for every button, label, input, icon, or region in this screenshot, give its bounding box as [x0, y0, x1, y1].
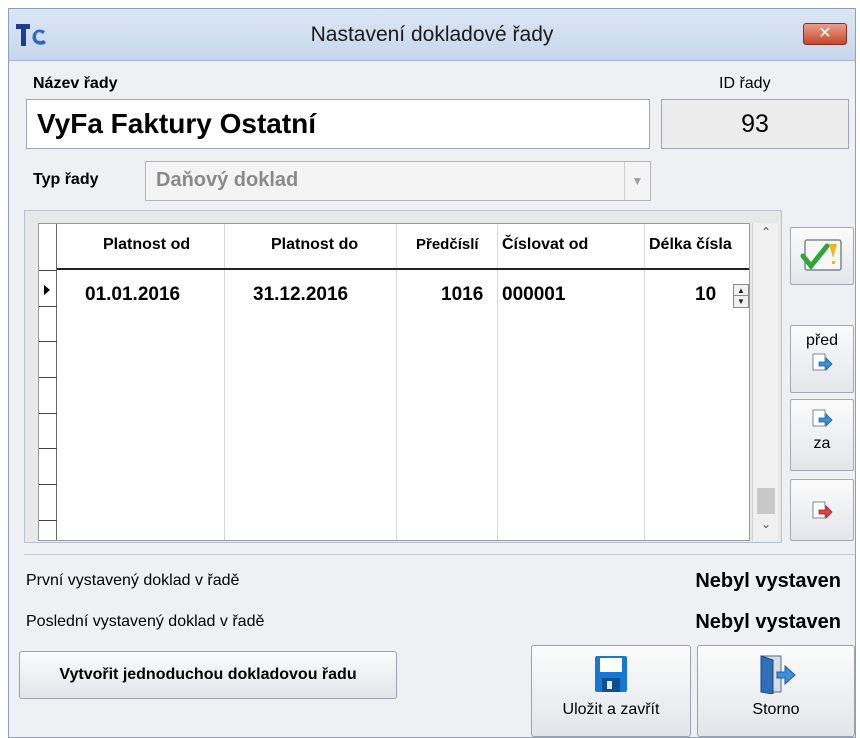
create-simple-series-label: Vytvořit jednoduchou dokladovou řadu	[59, 666, 357, 683]
create-simple-series-button[interactable]: Vytvořit jednoduchou dokladovou řadu	[19, 651, 397, 699]
chevron-down-icon[interactable]: ▼	[624, 162, 650, 200]
validate-button[interactable]	[790, 227, 854, 285]
insert-before-icon	[812, 353, 833, 371]
scroll-up-icon[interactable]: ⌃	[753, 225, 779, 247]
window-title: Nastavení dokladové řady	[310, 23, 554, 46]
title-bar[interactable]: Nastavení dokladové řady ✕	[9, 9, 855, 61]
id-label: ID řady	[719, 75, 771, 92]
insert-before-button[interactable]: před	[790, 325, 854, 393]
cell-valid-to[interactable]: 31.12.2016	[253, 284, 348, 306]
scrollbar-thumb[interactable]	[757, 488, 775, 514]
cancel-label: Storno	[752, 701, 800, 718]
type-select-value: Daňový doklad	[156, 169, 299, 191]
name-label: Název řady	[33, 75, 118, 92]
grid-header: Platnost od Platnost do Předčíslí Číslov…	[57, 224, 749, 270]
close-icon: ✕	[818, 25, 832, 42]
name-input[interactable]: VyFa Faktury Ostatní	[26, 99, 650, 149]
row-indicator-column	[39, 224, 57, 540]
column-header[interactable]: Předčíslí	[416, 236, 479, 253]
column-header[interactable]: Délka čísla	[649, 236, 732, 254]
cell-valid-from[interactable]: 01.01.2016	[85, 284, 180, 306]
save-and-close-button[interactable]: Uložit a zavřít	[531, 645, 691, 737]
id-field: 93	[661, 99, 849, 149]
save-and-close-label: Uložit a zavřít	[562, 701, 660, 718]
exit-door-icon	[760, 655, 796, 695]
stepper-up-icon[interactable]: ▲	[734, 285, 748, 296]
insert-before-label: před	[805, 332, 839, 349]
stepper-down-icon[interactable]: ▼	[734, 296, 748, 307]
close-button[interactable]: ✕	[803, 23, 847, 45]
insert-after-icon	[812, 409, 833, 427]
check-warning-icon	[800, 239, 842, 271]
cell-length[interactable]: 10	[695, 284, 716, 306]
grid-vertical-scrollbar[interactable]: ⌃ ⌄	[752, 223, 778, 541]
cell-start-number[interactable]: 000001	[502, 284, 565, 306]
floppy-disk-icon	[595, 656, 627, 692]
insert-after-button[interactable]: za	[790, 399, 854, 471]
last-issued-label: Poslední vystavený doklad v řadě	[26, 613, 265, 630]
grid-panel: Platnost od Platnost do Předčíslí Číslov…	[24, 210, 782, 543]
cancel-button[interactable]: Storno	[697, 645, 855, 737]
type-select[interactable]: Daňový doklad ▼	[145, 161, 651, 201]
first-issued-label: První vystavený doklad v řadě	[26, 572, 240, 589]
current-row-arrow-icon	[44, 285, 50, 295]
column-header[interactable]: Platnost od	[103, 236, 190, 254]
first-issued-value: Nebyl vystaven	[695, 570, 841, 592]
cell-prefix[interactable]: 1016	[441, 284, 483, 306]
dialog-window: Nastavení dokladové řady ✕ Název řady ID…	[8, 8, 856, 738]
series-grid[interactable]: Platnost od Platnost do Předčíslí Číslov…	[38, 223, 750, 541]
delete-row-icon	[812, 501, 833, 519]
type-label: Typ řady	[33, 171, 99, 188]
delete-row-button[interactable]	[790, 479, 854, 541]
scroll-down-icon[interactable]: ⌄	[753, 517, 779, 539]
column-header[interactable]: Číslovat od	[502, 236, 588, 254]
column-header[interactable]: Platnost do	[271, 236, 358, 254]
last-issued-value: Nebyl vystaven	[695, 611, 841, 633]
length-stepper[interactable]: ▲ ▼	[733, 284, 749, 308]
insert-after-label: za	[813, 435, 831, 452]
